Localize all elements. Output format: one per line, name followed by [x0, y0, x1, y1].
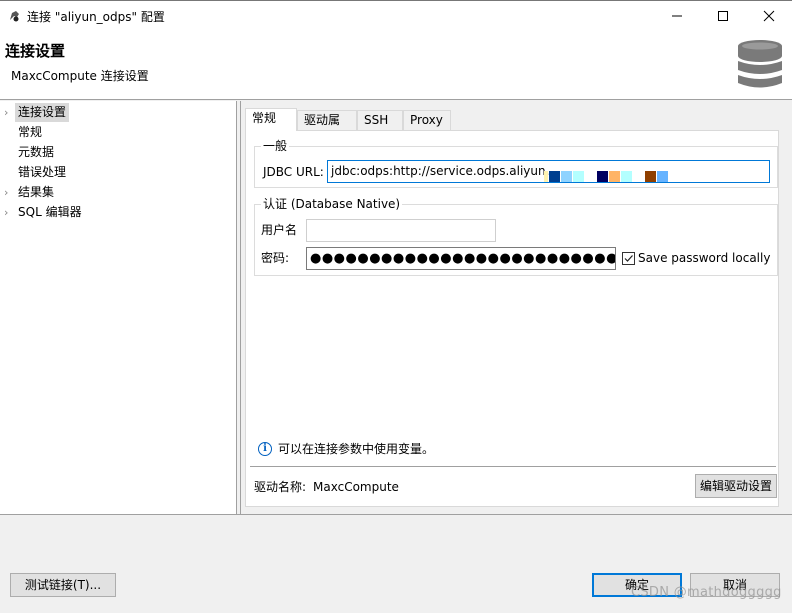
- maximize-icon: [718, 11, 728, 21]
- checkmark-icon: [624, 255, 633, 262]
- chevron-right-icon[interactable]: ›: [4, 103, 12, 122]
- info-icon: i: [258, 442, 272, 456]
- settings-tree: › 连接设置 常规 元数据 错误处理 › 结果集 › SQL 编辑器: [0, 101, 237, 514]
- dialog-header: 连接设置 MaxcCompute 连接设置: [0, 31, 792, 100]
- tree-item-label: SQL 编辑器: [18, 205, 82, 219]
- close-icon: [763, 10, 775, 22]
- minimize-icon: [672, 15, 682, 17]
- database-icon: [738, 40, 782, 88]
- general-group-label: 一般: [261, 139, 290, 153]
- maximize-button[interactable]: [700, 1, 746, 31]
- tree-item-label: 常规: [18, 125, 43, 139]
- driver-name-value: MaxcCompute: [313, 480, 399, 494]
- tab-driver-properties[interactable]: 驱动属性: [297, 110, 357, 146]
- watermark: CSDN @mathdoggggg: [631, 585, 782, 600]
- save-password-label[interactable]: Save password locally: [638, 250, 770, 266]
- general-group: 一般 JDBC URL: jdbc:odps:http://service.od…: [254, 139, 778, 188]
- chevron-right-icon[interactable]: ›: [4, 203, 12, 222]
- minimize-button[interactable]: [654, 1, 700, 31]
- tree-item-label: 元数据: [18, 145, 55, 159]
- tree-item-sql-editor[interactable]: › SQL 编辑器: [0, 203, 237, 222]
- driver-name-label: 驱动名称:: [254, 480, 307, 494]
- tree-item-general[interactable]: 常规: [0, 123, 237, 142]
- chevron-right-icon[interactable]: ›: [4, 183, 12, 202]
- save-password-checkbox[interactable]: [622, 252, 635, 265]
- username-label: 用户名: [261, 223, 298, 237]
- tab-panel-general: 一般 JDBC URL: jdbc:odps:http://service.od…: [245, 130, 779, 507]
- tree-item-label: 结果集: [18, 185, 55, 199]
- tree-item-result-sets[interactable]: › 结果集: [0, 183, 237, 202]
- password-label: 密码:: [261, 251, 290, 265]
- tree-item-metadata[interactable]: 元数据: [0, 143, 237, 162]
- tree-item-label: 连接设置: [15, 103, 70, 122]
- variables-hint: 可以在连接参数中使用变量。: [278, 442, 435, 456]
- tree-item-connection-settings[interactable]: › 连接设置: [0, 103, 237, 122]
- title-bar: 连接 "aliyun_odps" 配置: [0, 0, 792, 31]
- redacted-block: [544, 161, 669, 182]
- pane-splitter[interactable]: [237, 101, 241, 514]
- page-title: 连接设置: [5, 42, 66, 60]
- window-title: 连接 "aliyun_odps" 配置: [27, 10, 165, 24]
- username-input[interactable]: [306, 219, 496, 242]
- password-input[interactable]: ●●●●●●●●●●●●●●●●●●●●●●●●●●●●●●●: [306, 247, 616, 270]
- jdbc-url-input[interactable]: jdbc:odps:http://service.odps.aliyun.: [327, 160, 770, 183]
- tab-general[interactable]: 常规: [245, 108, 297, 131]
- auth-group-label: 认证 (Database Native): [261, 197, 403, 211]
- edit-driver-settings-button[interactable]: 编辑驱动设置: [695, 474, 777, 498]
- test-connection-button[interactable]: 测试链接(T)...: [10, 573, 116, 597]
- content-pane: 常规 驱动属性 SSH Proxy 一般 JDBC URL: jdbc:odps…: [242, 101, 792, 514]
- app-logo-icon: [10, 11, 19, 22]
- tab-proxy[interactable]: Proxy: [403, 110, 451, 131]
- tab-ssh[interactable]: SSH: [357, 110, 403, 131]
- jdbc-url-label: JDBC URL:: [263, 165, 324, 179]
- jdbc-url-value: jdbc:odps:http://service.odps.aliyun.: [331, 164, 550, 178]
- divider: [250, 466, 776, 467]
- close-button[interactable]: [746, 1, 792, 31]
- tree-item-label: 错误处理: [18, 165, 67, 179]
- page-subtitle: MaxcCompute 连接设置: [11, 69, 149, 83]
- tree-item-error-handling[interactable]: 错误处理: [0, 163, 237, 182]
- auth-group: 认证 (Database Native) 用户名 密码: ●●●●●●●●●●●…: [254, 197, 778, 276]
